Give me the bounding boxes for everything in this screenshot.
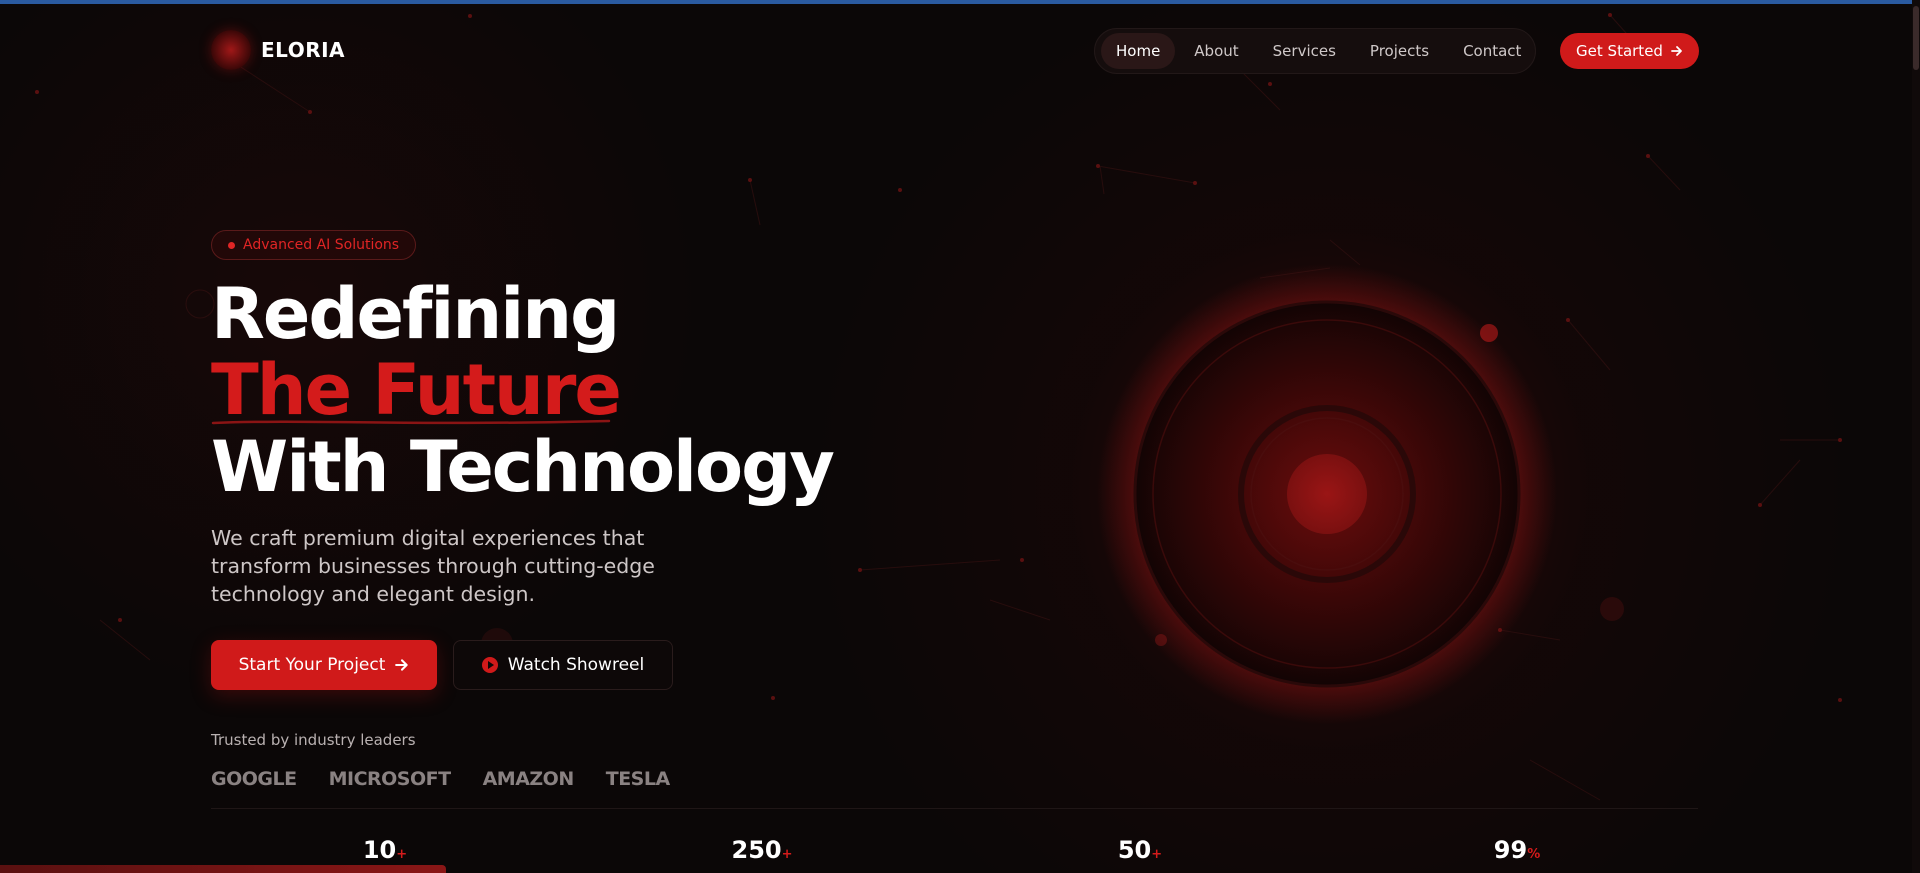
scroll-progress-bar [0, 865, 446, 873]
hero-badge: Advanced AI Solutions [211, 230, 417, 260]
scrollbar-thumb[interactable] [1913, 6, 1919, 70]
brand-tesla: TESLA [605, 768, 670, 790]
brand-amazon: AMAZON [482, 768, 575, 790]
arrow-right-icon [1671, 46, 1682, 56]
scrollbar[interactable] [1912, 0, 1920, 873]
start-project-label: Start Your Project [238, 655, 386, 675]
watch-showreel-button[interactable]: Watch Showreel [453, 640, 673, 690]
trusted-label: Trusted by industry leaders [211, 731, 416, 749]
logo-mark-icon [211, 30, 251, 70]
stat-item: 50+ [1118, 836, 1162, 864]
brand-google: GOOGLE [211, 768, 297, 790]
nav-item-contact[interactable]: Contact [1448, 33, 1536, 69]
orb-core [1287, 454, 1367, 534]
nav-item-services[interactable]: Services [1258, 33, 1351, 69]
hero-description: We craft premium digital experiences tha… [211, 526, 655, 606]
stat-item: 10+ [363, 836, 407, 864]
stat-value: 99 [1493, 836, 1528, 864]
logo[interactable]: ELORIA [211, 30, 345, 70]
stat-value: 50 [1117, 836, 1152, 864]
logo-text: ELORIA [261, 38, 346, 62]
nav-item-projects[interactable]: Projects [1355, 33, 1444, 69]
arrow-right-icon [395, 659, 409, 671]
hero-title-line-2: The Future [211, 349, 622, 431]
hero-title-line-1: Redefining [211, 273, 620, 355]
brand-microsoft: MICROSOFT [328, 768, 451, 790]
brand-logos: GOOGLE MICROSOFT AMAZON TESLA [211, 768, 670, 790]
nav-item-home[interactable]: Home [1101, 33, 1176, 69]
get-started-button[interactable]: Get Started [1560, 33, 1699, 69]
hero-title-line-3: With Technology [211, 426, 835, 508]
stat-value: 10 [362, 836, 397, 864]
get-started-label: Get Started [1576, 42, 1663, 60]
main-nav: Home About Services Projects Contact [1094, 28, 1536, 74]
start-project-button[interactable]: Start Your Project [211, 640, 437, 690]
nav-item-about[interactable]: About [1179, 33, 1253, 69]
stat-item: 99% [1494, 836, 1540, 864]
watch-showreel-label: Watch Showreel [507, 655, 645, 675]
dot-icon [228, 241, 235, 249]
stat-item: 250+ [731, 836, 792, 864]
stats-divider [211, 808, 1698, 809]
stat-suffix: + [781, 847, 793, 862]
stat-suffix: + [1151, 847, 1163, 862]
play-icon [481, 657, 498, 673]
hero-badge-label: Advanced AI Solutions [243, 237, 400, 253]
stat-suffix: % [1527, 847, 1541, 862]
stat-suffix: + [396, 847, 408, 862]
stat-value: 250 [731, 836, 782, 864]
